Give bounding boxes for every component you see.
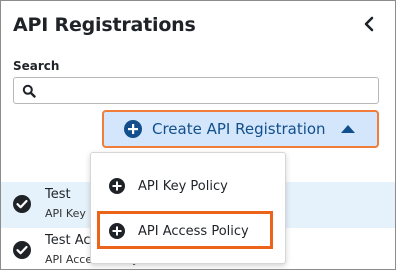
- plus-circle-icon: [109, 178, 125, 194]
- check-circle-icon: [13, 241, 31, 259]
- create-api-registration-button[interactable]: Create API Registration: [102, 110, 379, 148]
- chevron-left-icon: [364, 16, 374, 32]
- search-box[interactable]: [13, 77, 379, 104]
- plus-circle-icon: [124, 120, 142, 138]
- menu-item-label: API Access Policy: [138, 223, 249, 239]
- plus-circle-icon: [109, 223, 125, 239]
- search-label: Search: [13, 59, 60, 73]
- check-circle-icon: [13, 195, 31, 213]
- panel-title: API Registrations: [13, 14, 196, 36]
- collapse-panel-button[interactable]: [359, 14, 379, 34]
- search-input[interactable]: [42, 81, 372, 100]
- registration-name: Test: [45, 187, 71, 202]
- search-icon: [22, 84, 36, 98]
- menu-item-label: API Key Policy: [138, 178, 228, 194]
- create-api-registration-label: Create API Registration: [152, 120, 326, 138]
- menu-item-api-key-policy[interactable]: API Key Policy: [91, 168, 287, 204]
- api-registrations-panel: API Registrations Search Create API Regi…: [0, 0, 396, 270]
- menu-item-api-access-policy[interactable]: API Access Policy: [91, 213, 287, 249]
- create-registration-dropdown: API Key Policy API Access Policy: [90, 152, 286, 264]
- registration-name: Test Ac: [45, 233, 91, 248]
- registration-type: API Key: [45, 207, 86, 220]
- caret-up-icon: [340, 125, 355, 133]
